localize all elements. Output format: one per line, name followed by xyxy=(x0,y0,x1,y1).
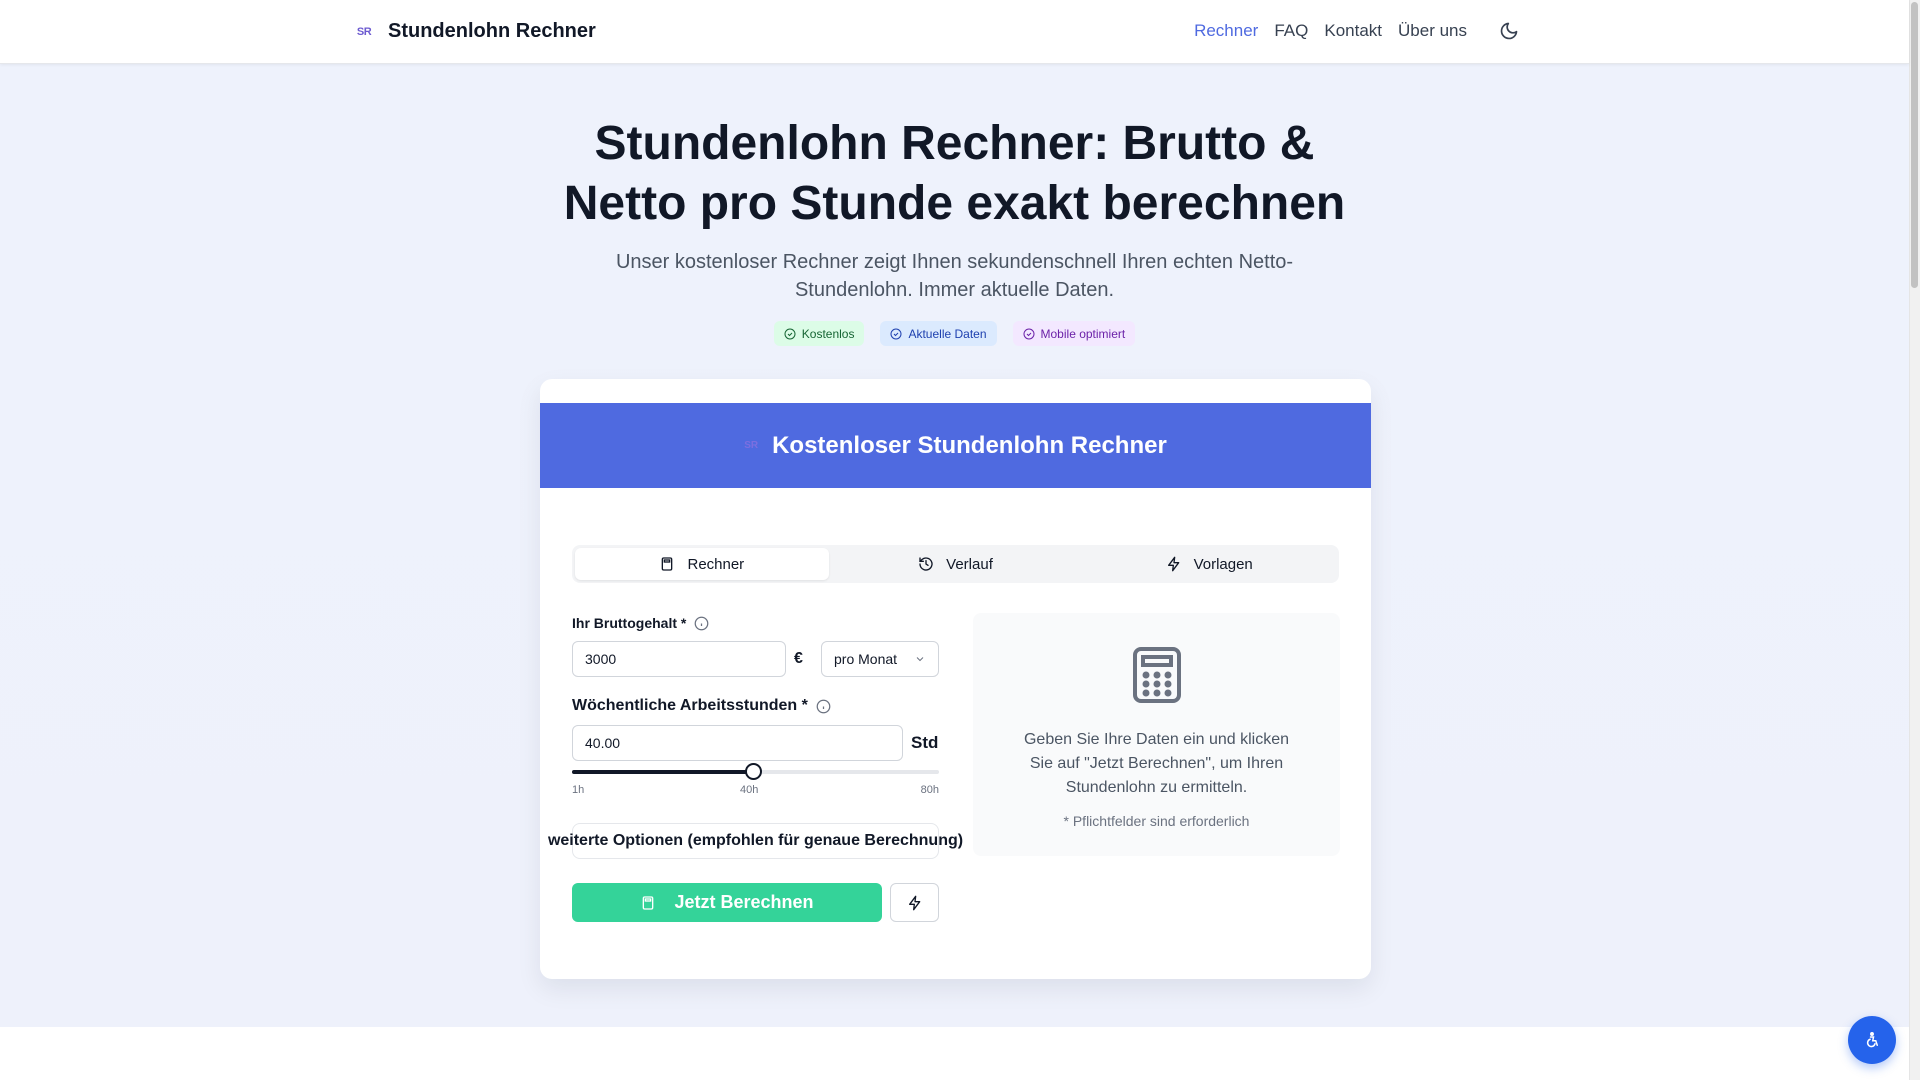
calculator-icon xyxy=(1133,647,1181,703)
page-subtitle: Unser kostenloser Rechner zeigt Ihnen se… xyxy=(0,248,1909,304)
calculator-icon xyxy=(643,895,654,910)
result-line1: Geben Sie Ihre Daten ein und klicken xyxy=(1023,731,1290,748)
badge-label: Mobile optimiert xyxy=(1040,326,1126,341)
tab-label: Verlauf xyxy=(946,555,993,573)
slider-thumb[interactable] xyxy=(744,763,762,780)
info-icon[interactable] xyxy=(816,699,831,714)
page-subtitle-line1: Unser kostenloser Rechner zeigt Ihnen se… xyxy=(615,251,1294,273)
brand-name: Stundenlohn Rechner xyxy=(388,20,596,42)
badge-mobile-optimiert: Mobile optimiert xyxy=(1012,321,1136,346)
weekly-hours-label: Wöchentliche Arbeitsstunden * xyxy=(572,697,831,715)
badge-kostenlos: Kostenlos xyxy=(773,321,865,346)
site-header: SR Stundenlohn Rechner Rechner FAQ Konta… xyxy=(0,0,1909,64)
page-scrollbar[interactable] xyxy=(1909,0,1920,1080)
result-line2: Sie auf "Jetzt Berechnen", um Ihren xyxy=(1029,755,1284,772)
tab-verlauf[interactable]: Verlauf xyxy=(829,548,1083,580)
page-title-line1: Stundenlohn Rechner: Brutto & xyxy=(594,117,1315,170)
calculator-title: Kostenloser Stundenlohn Rechner xyxy=(772,431,1167,459)
page-subtitle-line2: Stundenlohn. Immer aktuelle Daten. xyxy=(794,279,1115,301)
calculator-header: SR Kostenloser Stundenlohn Rechner xyxy=(540,403,1371,488)
page-title: Stundenlohn Rechner: Brutto & Netto pro … xyxy=(0,114,1909,234)
required-fields-note: * Pflichtfelder sind erforderlich xyxy=(1063,813,1250,829)
logo-icon: SR xyxy=(356,25,372,38)
moon-icon[interactable] xyxy=(1499,21,1519,41)
quick-calc-button[interactable] xyxy=(890,883,939,922)
badge-aktuelle-daten: Aktuelle Daten xyxy=(880,321,997,346)
calculate-button-label: Jetzt Berechnen xyxy=(674,892,814,912)
calculator-card: SR Kostenloser Stundenlohn Rechner Rechn… xyxy=(540,379,1371,979)
tick-mid: 40h xyxy=(740,784,759,796)
lightning-icon xyxy=(1167,556,1179,572)
nav-link-kontakt[interactable]: Kontakt xyxy=(1324,21,1382,41)
check-circle-icon xyxy=(890,328,902,339)
info-icon[interactable] xyxy=(694,616,709,631)
nav-link-faq[interactable]: FAQ xyxy=(1274,21,1308,41)
gross-salary-label: Ihr Bruttogehalt * xyxy=(572,615,709,631)
tab-label: Rechner xyxy=(687,555,745,573)
result-line3: Stundenlohn zu ermitteln. xyxy=(1065,779,1248,796)
gross-salary-input[interactable]: 3000 xyxy=(572,641,786,677)
calculator-tabs: Rechner Verlauf Vorlagen xyxy=(572,545,1339,583)
logo-icon: SR xyxy=(744,440,759,451)
lightning-icon xyxy=(908,895,920,910)
accessibility-icon xyxy=(1866,1032,1878,1048)
result-instructions: Geben Sie Ihre Daten ein und klicken Sie… xyxy=(1003,728,1310,800)
check-circle-icon xyxy=(784,328,796,339)
badge-label: Aktuelle Daten xyxy=(908,326,987,341)
calculate-button[interactable]: Jetzt Berechnen xyxy=(572,883,882,922)
scrollbar-thumb[interactable] xyxy=(1911,2,1918,288)
period-select-value: pro Monat xyxy=(834,651,898,667)
page-title-line2: Netto pro Stunde exakt berechnen xyxy=(563,177,1346,230)
chevron-down-icon xyxy=(916,657,924,662)
accessibility-button[interactable] xyxy=(1848,1016,1896,1064)
advanced-options-toggle[interactable]: weiterte Optionen (empfohlen für genaue … xyxy=(548,823,963,859)
tab-vorlagen[interactable]: Vorlagen xyxy=(1082,548,1336,580)
history-icon xyxy=(919,557,933,571)
tick-min: 1h xyxy=(572,784,585,796)
hours-unit: Std xyxy=(911,733,939,752)
main-nav: Rechner FAQ Kontakt Über uns xyxy=(1194,21,1519,41)
badge-label: Kostenlos xyxy=(801,326,855,341)
weekly-hours-input[interactable]: 40.00 xyxy=(572,725,903,761)
brand[interactable]: SR Stundenlohn Rechner xyxy=(354,20,596,43)
gross-salary-label-text: Ihr Bruttogehalt * xyxy=(572,615,687,631)
nav-link-rechner[interactable]: Rechner xyxy=(1194,21,1258,41)
check-circle-icon xyxy=(1023,328,1035,339)
tick-max: 80h xyxy=(920,784,939,796)
hours-slider[interactable] xyxy=(572,763,939,780)
result-placeholder: Geben Sie Ihre Daten ein und klicken Sie… xyxy=(973,613,1340,856)
feature-badges: Kostenlos Aktuelle Daten Mobile optimier… xyxy=(0,321,1909,346)
weekly-hours-label-text: Wöchentliche Arbeitsstunden * xyxy=(572,697,808,714)
tab-rechner[interactable]: Rechner xyxy=(575,548,829,580)
nav-link-ueber-uns[interactable]: Über uns xyxy=(1398,21,1467,41)
calculator-icon xyxy=(662,557,673,571)
period-select[interactable]: pro Monat xyxy=(821,641,939,677)
tab-label: Vorlagen xyxy=(1193,555,1253,573)
currency-symbol: € xyxy=(794,650,803,667)
slider-fill xyxy=(572,770,754,774)
